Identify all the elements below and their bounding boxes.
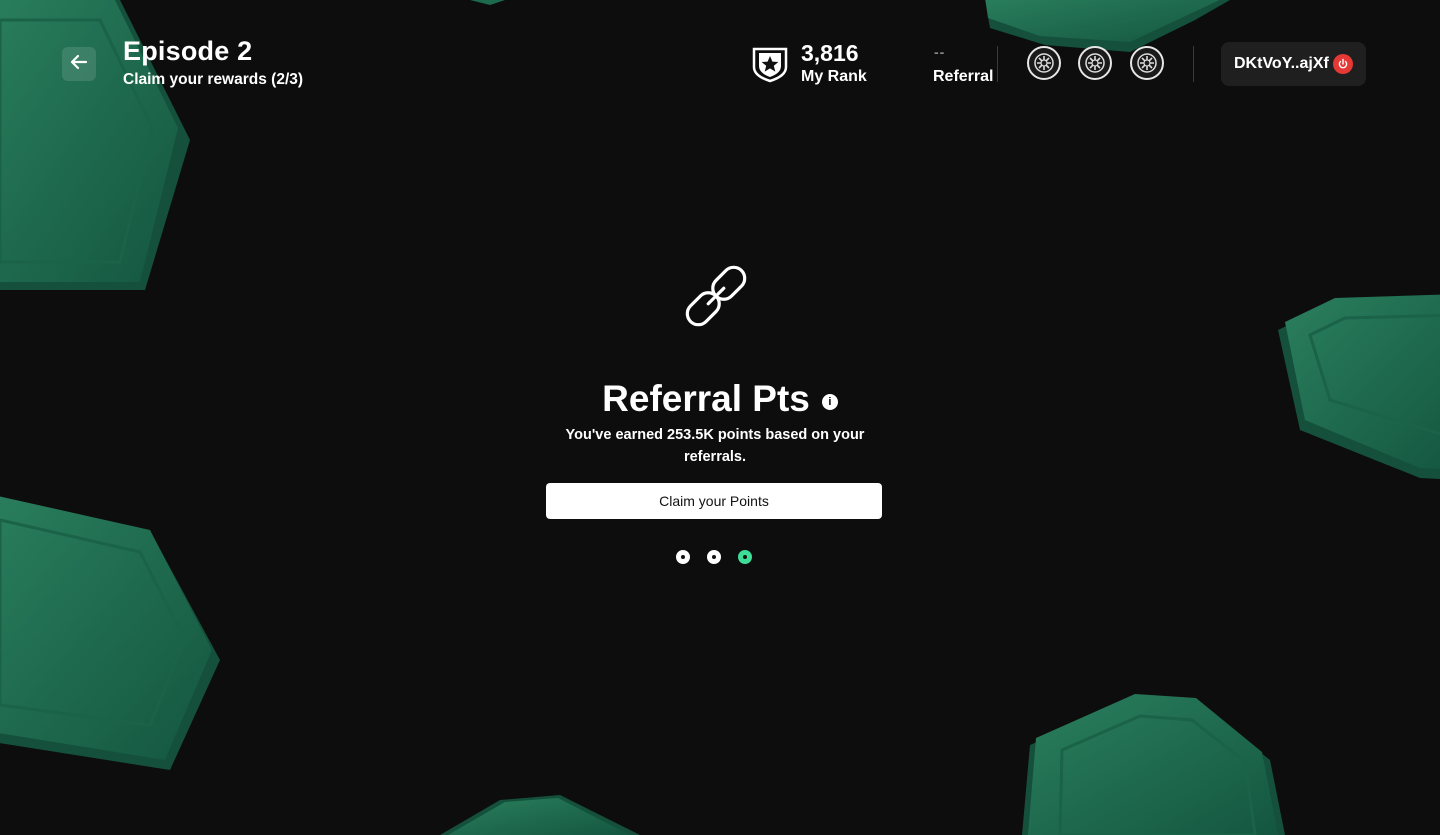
hex-tile [1022,694,1285,835]
wallet-address: DKtVoY..ajXf [1234,55,1329,72]
page-title: Episode 2 [123,36,253,66]
rank-value: 3,816 [801,40,859,66]
pagination-dots [676,550,756,564]
top-bar: Episode 2 Claim your rewards (2/3) 3,816… [0,0,1440,120]
rank-label: My Rank [801,68,867,85]
power-icon[interactable] [1333,54,1353,74]
page-subtitle: Claim your rewards (2/3) [123,71,304,88]
hex-tile [0,496,220,770]
badge-icon[interactable] [1027,46,1061,80]
description: You've earned 253.5K points based on you… [565,427,865,465]
badge-icon[interactable] [1078,46,1112,80]
rank-shield-icon [751,45,789,83]
hex-tile [440,795,640,835]
claim-points-button[interactable]: Claim your Points [546,483,882,519]
back-button[interactable] [62,47,96,81]
referral-value: -- [934,44,946,60]
badge-icon[interactable] [1130,46,1164,80]
pagination-dot[interactable] [676,550,690,564]
pagination-dot-active[interactable] [738,550,752,564]
info-icon[interactable]: i [821,394,838,410]
referral-label: Referral [933,68,994,85]
link-chain-icon [675,256,757,336]
main-title: Referral Pts [602,378,810,419]
pagination-dot[interactable] [707,550,721,564]
main-heading: Referral Pts i [0,378,1440,420]
arrow-left-icon [69,52,89,77]
divider [997,46,998,82]
divider [1193,46,1194,82]
wallet-button[interactable]: DKtVoY..ajXf [1221,42,1366,86]
